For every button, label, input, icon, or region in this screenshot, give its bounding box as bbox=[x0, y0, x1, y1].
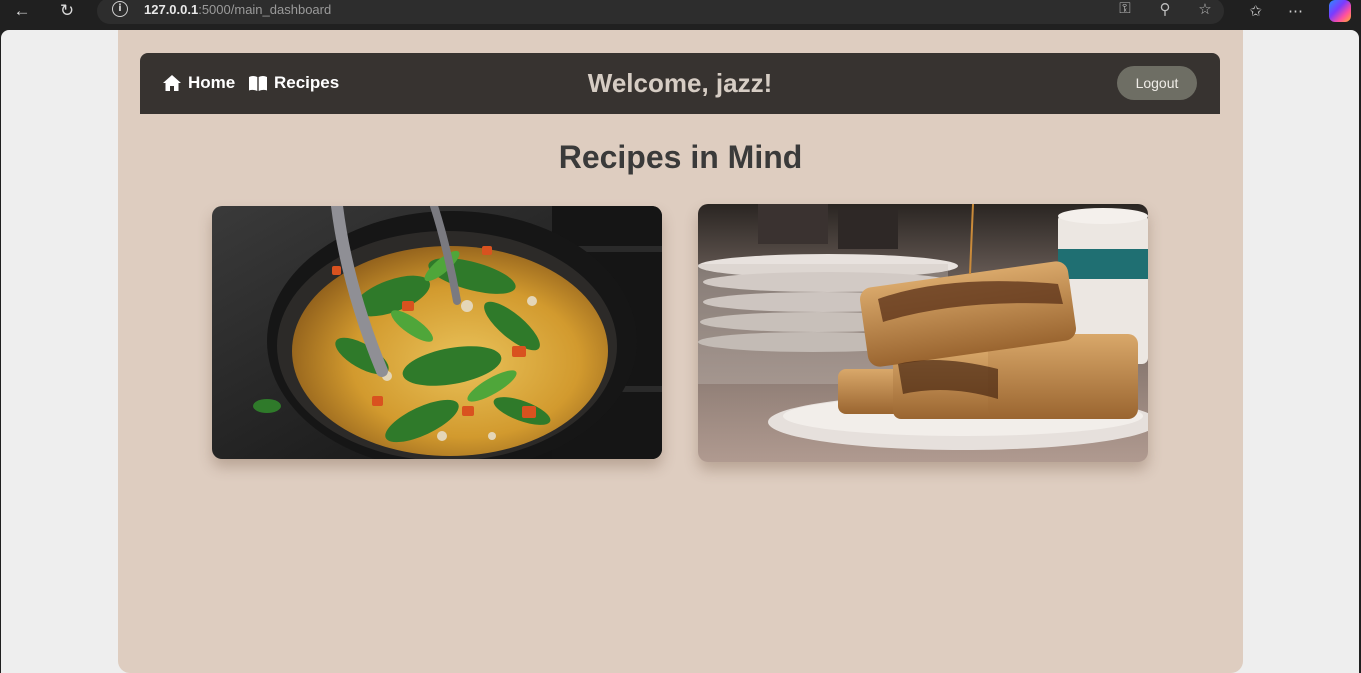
copilot-icon[interactable] bbox=[1329, 0, 1351, 22]
recipe-card-stew[interactable] bbox=[212, 206, 662, 459]
page-viewport: Home Recipes Welcome, jazz! Logout Recip… bbox=[1, 30, 1359, 673]
more-icon[interactable]: ⋯ bbox=[1288, 2, 1303, 20]
info-icon[interactable]: i bbox=[112, 1, 128, 17]
welcome-message: Welcome, jazz! bbox=[587, 68, 773, 98]
dashboard-container: Home Recipes Welcome, jazz! Logout Recip… bbox=[118, 30, 1243, 673]
browser-toolbar: ← ↻ i 127.0.0.1:5000/main_dashboard ⚿ ⚲ … bbox=[0, 0, 1361, 30]
navbar: Home Recipes Welcome, jazz! Logout bbox=[140, 53, 1220, 114]
logout-button[interactable]: Logout bbox=[1117, 66, 1197, 100]
key-icon[interactable]: ⚿ bbox=[1116, 0, 1134, 18]
page-title: Recipes in Mind bbox=[558, 139, 803, 175]
address-bar[interactable]: i 127.0.0.1:5000/main_dashboard ⚿ ⚲ ☆ bbox=[97, 0, 1224, 24]
favorites-icon[interactable]: ✩ bbox=[1249, 2, 1262, 20]
favorite-star-icon[interactable]: ☆ bbox=[1196, 0, 1214, 18]
recipe-card-waffles[interactable] bbox=[698, 204, 1148, 462]
url-text[interactable]: 127.0.0.1:5000/main_dashboard bbox=[144, 2, 331, 17]
reload-icon[interactable]: ↻ bbox=[53, 0, 81, 22]
stew-image bbox=[212, 206, 662, 459]
waffles-image bbox=[698, 204, 1148, 462]
back-icon[interactable]: ← bbox=[8, 0, 36, 22]
zoom-icon[interactable]: ⚲ bbox=[1156, 0, 1174, 18]
